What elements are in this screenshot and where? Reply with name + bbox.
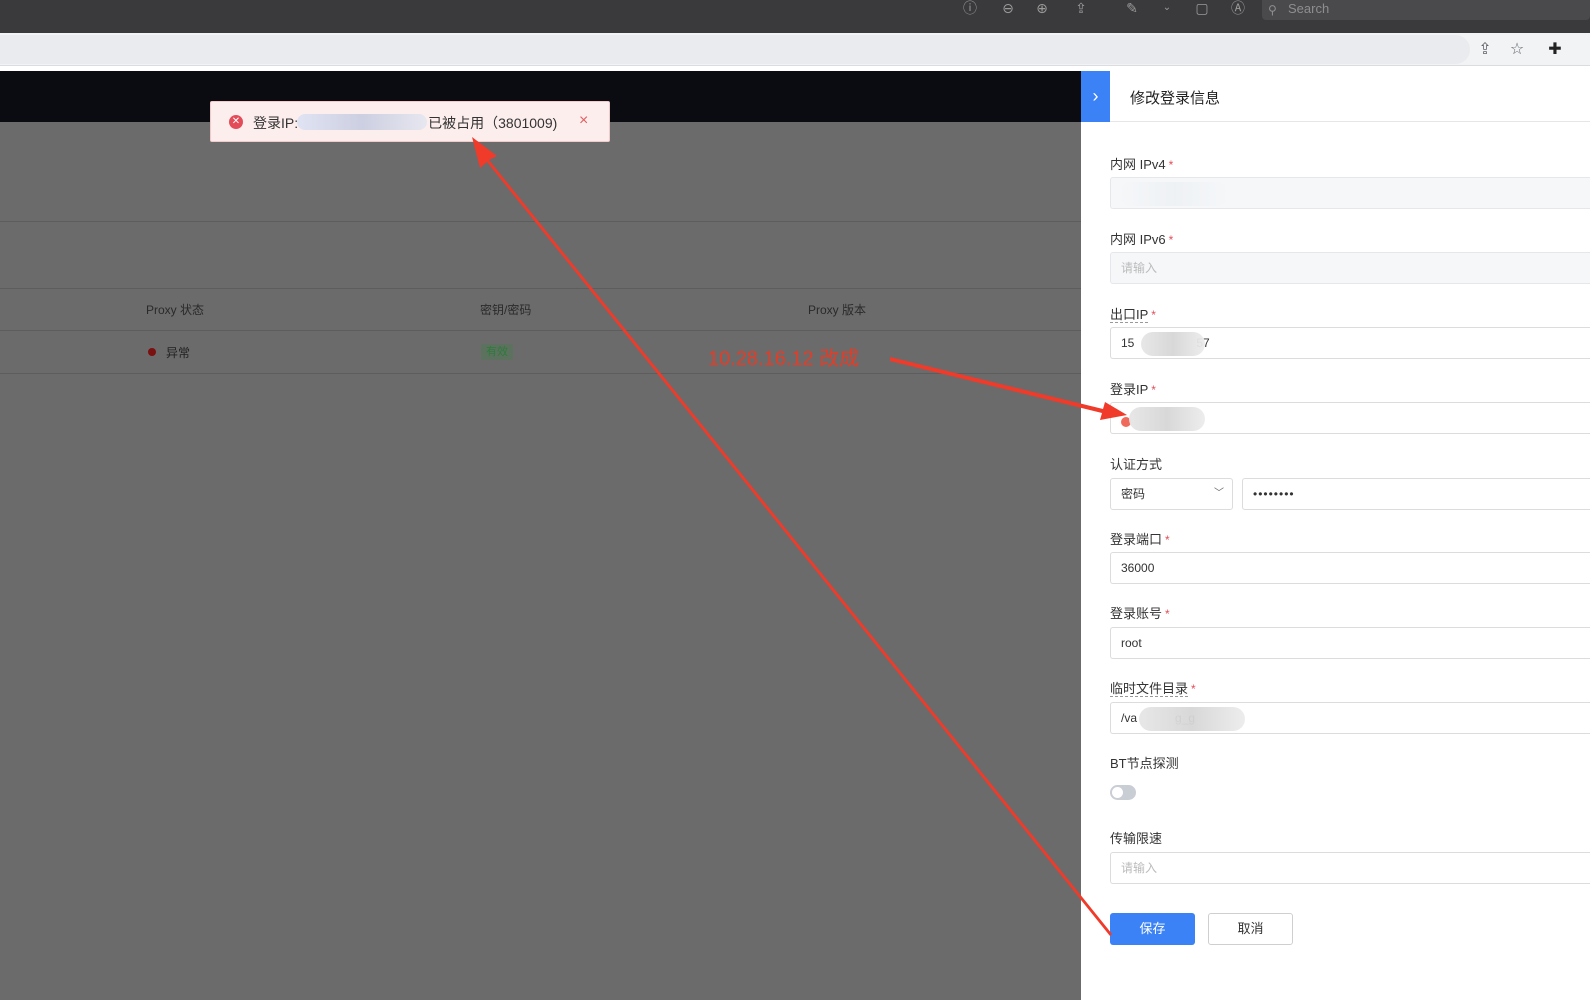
- zoom-out-icon[interactable]: ⊖: [998, 0, 1018, 16]
- temp-dir-label: 临时文件目录 *: [1110, 678, 1196, 697]
- egress-ip-label: 出口IP *: [1110, 304, 1156, 323]
- bt-detect-toggle[interactable]: [1110, 785, 1136, 800]
- login-port-label: 登录端口 *: [1110, 529, 1170, 548]
- search-icon: ⚲: [1268, 3, 1277, 17]
- required-mark: *: [1165, 533, 1170, 547]
- required-mark: *: [1165, 607, 1170, 621]
- star-icon[interactable]: ☆: [1507, 40, 1527, 60]
- crop-icon[interactable]: ▢: [1192, 0, 1212, 16]
- error-icon: ✕: [229, 115, 243, 129]
- auth-method-label: 认证方式: [1110, 454, 1162, 473]
- password-input[interactable]: ••••••••: [1242, 478, 1590, 510]
- os-toolbar: ⓘ ⊖ ⊕ ⇪ ✎ ⌄ ▢ Ⓐ ⚲ Search: [0, 0, 1590, 33]
- intranet-ipv4-input[interactable]: [1110, 177, 1590, 209]
- column-header-proxy-version: Proxy 版本: [808, 303, 867, 317]
- status-dot-icon: [148, 348, 156, 356]
- login-account-label: 登录账号 *: [1110, 603, 1170, 622]
- toggle-knob: [1112, 787, 1123, 798]
- column-header-proxy-status: Proxy 状态: [146, 303, 205, 317]
- share-icon[interactable]: ⇪: [1071, 0, 1091, 16]
- intranet-ipv6-label-text: 内网 IPv6: [1110, 232, 1166, 247]
- toast-message-suffix: 已被占用（3801009): [428, 115, 558, 131]
- chevron-down-icon: ﹀: [1214, 488, 1224, 499]
- auth-method-label-text: 认证方式: [1110, 457, 1163, 472]
- bt-detect-label: BT节点探测: [1110, 753, 1179, 772]
- app-body-overlay: [0, 122, 1081, 1000]
- redacted-value: [1129, 407, 1205, 431]
- auth-method-select[interactable]: 密码 ﹀: [1110, 478, 1233, 510]
- close-icon[interactable]: ×: [579, 112, 588, 130]
- pen-icon[interactable]: ✎: [1122, 0, 1142, 16]
- collapse-drawer-button[interactable]: ›: [1081, 71, 1110, 122]
- password-mask: ••••••••: [1253, 487, 1295, 501]
- intranet-ipv6-input[interactable]: 请输入: [1110, 252, 1590, 284]
- zoom-in-icon[interactable]: ⊕: [1032, 0, 1052, 16]
- intranet-ipv6-placeholder: 请输入: [1121, 261, 1158, 275]
- bt-detect-label-text: BT节点探测: [1110, 756, 1179, 771]
- egress-ip-label-text: 出口IP: [1110, 307, 1149, 323]
- column-header-key-password: 密钥/密码: [480, 303, 532, 317]
- rate-limit-input[interactable]: 请输入: [1110, 852, 1590, 884]
- key-status-badge: 有效: [481, 344, 513, 360]
- redacted-value: [1139, 707, 1245, 731]
- required-mark: *: [1151, 383, 1156, 397]
- os-search-placeholder: Search: [1288, 1, 1330, 16]
- os-search-field[interactable]: ⚲ Search: [1262, 0, 1590, 20]
- redacted-value: [1141, 332, 1205, 356]
- required-mark: *: [1151, 308, 1156, 322]
- temp-dir-value-start: /va: [1121, 711, 1138, 725]
- browser-toolbar: ⇪ ☆ ✚: [0, 33, 1590, 66]
- login-port-value: 36000: [1121, 561, 1155, 575]
- login-ip-input[interactable]: [1110, 402, 1590, 434]
- egress-ip-value-start: 15: [1121, 336, 1135, 350]
- proxy-status-value: 异常: [166, 346, 191, 360]
- required-mark: *: [1191, 682, 1196, 696]
- login-port-label-text: 登录端口: [1110, 532, 1163, 547]
- error-toast: ✕ 登录IP: 已被占用（3801009) ×: [210, 101, 610, 142]
- rate-limit-placeholder: 请输入: [1121, 861, 1158, 875]
- egress-ip-input[interactable]: 1557: [1110, 327, 1590, 359]
- rate-limit-label: 传输限速: [1110, 828, 1162, 847]
- redacted-value: [1119, 182, 1229, 206]
- login-account-value: root: [1121, 636, 1142, 650]
- info-icon[interactable]: ⓘ: [960, 0, 980, 16]
- toast-message-prefix: 登录IP:: [253, 115, 299, 131]
- intranet-ipv4-label: 内网 IPv4 *: [1110, 154, 1173, 173]
- auth-method-selected: 密码: [1121, 487, 1146, 501]
- section-divider: [0, 221, 1081, 222]
- drawer-title: 修改登录信息: [1130, 90, 1221, 107]
- rate-limit-label-text: 传输限速: [1110, 831, 1163, 846]
- save-button[interactable]: 保存: [1110, 913, 1195, 945]
- edit-login-drawer: › 修改登录信息 内网 IPv4* 内网 IPv6* 请输入 出口IP* 155…: [1081, 71, 1590, 1000]
- table-top-divider: [0, 288, 1081, 289]
- login-ip-label-text: 登录IP: [1110, 382, 1149, 397]
- extension-icon[interactable]: ✚: [1545, 40, 1565, 60]
- share-icon[interactable]: ⇪: [1475, 40, 1495, 60]
- markup-icon[interactable]: Ⓐ: [1228, 0, 1248, 16]
- chevron-right-icon: ›: [1092, 86, 1099, 106]
- address-bar[interactable]: [0, 35, 1470, 64]
- annotation-text: 10.28.16.12 改成: [708, 348, 860, 370]
- temp-dir-input[interactable]: /vag_g: [1110, 702, 1590, 734]
- cancel-button[interactable]: 取消: [1208, 913, 1293, 945]
- intranet-ipv6-label: 内网 IPv6 *: [1110, 229, 1173, 248]
- redacted-ip: [297, 114, 427, 130]
- temp-dir-label-text: 临时文件目录: [1110, 681, 1189, 697]
- login-port-input[interactable]: 36000: [1110, 552, 1590, 584]
- table-row-divider: [0, 373, 1081, 374]
- login-account-label-text: 登录账号: [1110, 606, 1163, 621]
- required-mark: *: [1168, 158, 1174, 172]
- intranet-ipv4-label-text: 内网 IPv4: [1110, 157, 1166, 172]
- login-account-input[interactable]: root: [1110, 627, 1590, 659]
- chevron-down-icon[interactable]: ⌄: [1157, 0, 1177, 16]
- drawer-header-divider: [1110, 121, 1590, 122]
- login-ip-label: 登录IP *: [1110, 379, 1156, 398]
- required-mark: *: [1168, 233, 1174, 247]
- table-header-divider: [0, 330, 1081, 331]
